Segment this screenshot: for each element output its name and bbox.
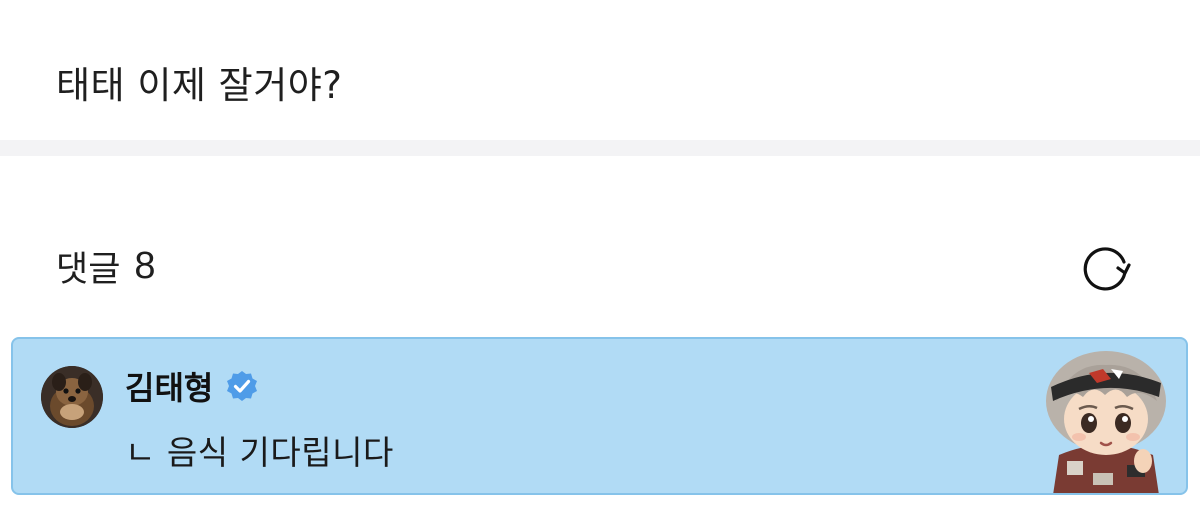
verified-badge-icon xyxy=(227,371,258,401)
character-sticker xyxy=(1031,343,1181,493)
comment-author-row: 김태형 xyxy=(125,363,259,409)
refresh-icon xyxy=(1083,247,1131,291)
refresh-button[interactable] xyxy=(1078,240,1134,296)
post-body-text: 태태 이제 잘거야? xyxy=(56,64,343,107)
comment-text: ㄴ 음식 기다립니다 xyxy=(125,433,394,472)
section-divider xyxy=(0,140,1200,156)
comment-author-name[interactable]: 김태형 xyxy=(125,363,213,409)
comments-header: 댓글 8 xyxy=(56,238,156,294)
comments-label: 댓글 xyxy=(56,249,121,290)
post-page: 태태 이제 잘거야? 댓글 8 김태형 ㄴ 음식 기다립니다 xyxy=(0,0,1200,512)
highlighted-comment[interactable]: 김태형 ㄴ 음식 기다립니다 xyxy=(11,337,1188,495)
avatar[interactable] xyxy=(41,366,103,428)
comments-count: 8 xyxy=(134,244,156,287)
